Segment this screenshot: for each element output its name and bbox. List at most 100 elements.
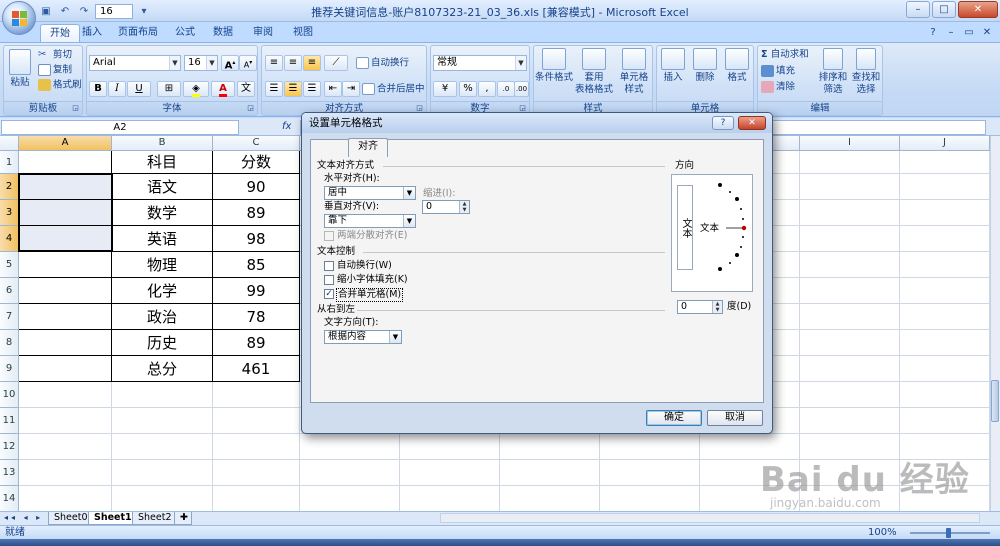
comma-button[interactable]: , <box>478 81 496 97</box>
horizontal-align-select[interactable]: 居中 ▼ <box>324 186 416 200</box>
office-button[interactable] <box>2 1 36 35</box>
cell-d14[interactable] <box>300 486 400 511</box>
column-header-a[interactable]: A <box>19 136 112 151</box>
cell-a1[interactable] <box>19 151 112 174</box>
paste-button[interactable]: 粘贴 <box>4 49 36 89</box>
dialog-close-button[interactable]: ✕ <box>738 116 766 130</box>
align-right-button[interactable]: ☰ <box>303 81 321 97</box>
cell-b14[interactable] <box>112 486 213 511</box>
cell-b5[interactable]: 物理 <box>112 252 213 278</box>
bold-button[interactable]: B <box>89 81 107 97</box>
font-size-combo[interactable]: 16 ▼ <box>184 55 218 71</box>
cell-f12[interactable] <box>500 434 600 460</box>
row-header-5[interactable]: 5 <box>0 252 19 278</box>
cell-a8[interactable] <box>19 330 112 356</box>
cell-styles-button[interactable]: 单元格 样式 <box>614 48 654 96</box>
format-cells-button[interactable]: 格式 <box>721 48 753 84</box>
column-header-i[interactable]: I <box>800 136 900 151</box>
grow-font-button[interactable]: A▴ <box>221 55 239 71</box>
merge-center-button[interactable]: 合并后居中 <box>362 83 425 96</box>
cell-a10[interactable] <box>19 382 112 408</box>
cell-b11[interactable] <box>112 408 213 434</box>
cell-i1[interactable] <box>800 151 900 174</box>
wrap-text-checkbox[interactable] <box>324 261 334 271</box>
doc-minimize-icon[interactable]: – <box>944 26 958 39</box>
sheet-tab-sheet1[interactable]: Sheet1 <box>88 512 138 525</box>
format-painter-button[interactable]: 格式刷 <box>38 79 82 92</box>
cell-i11[interactable] <box>800 408 900 434</box>
wrap-text-button[interactable]: 自动换行 <box>356 57 409 70</box>
cell-i5[interactable] <box>800 252 900 278</box>
row-header-11[interactable]: 11 <box>0 408 19 434</box>
cell-j1[interactable] <box>900 151 990 174</box>
cell-e12[interactable] <box>400 434 500 460</box>
cell-j5[interactable] <box>900 252 990 278</box>
cell-i7[interactable] <box>800 304 900 330</box>
help-icon[interactable]: ? <box>926 26 940 39</box>
cell-i3[interactable] <box>800 200 900 226</box>
minimize-button[interactable]: – <box>906 1 930 18</box>
spinner-arrows-icon[interactable]: ▲ ▼ <box>459 201 469 213</box>
decrease-decimal-button[interactable]: .00 <box>514 81 529 97</box>
cell-c7[interactable]: 78 <box>213 304 300 330</box>
cut-button[interactable]: ✂ 剪切 <box>38 49 72 62</box>
cell-j8[interactable] <box>900 330 990 356</box>
format-as-table-button[interactable]: 套用 表格格式 <box>574 48 614 96</box>
italic-button[interactable]: I <box>108 81 126 97</box>
sheet-tab-sheet0[interactable]: Sheet0 <box>48 512 94 525</box>
tab-home[interactable]: 开始 <box>40 24 80 42</box>
cell-c4[interactable]: 98 <box>213 226 300 252</box>
cell-c14[interactable] <box>213 486 300 511</box>
tab-view[interactable]: 视图 <box>290 24 316 42</box>
cell-f13[interactable] <box>500 460 600 486</box>
font-name-combo[interactable]: Arial ▼ <box>89 55 181 71</box>
tab-formulas[interactable]: 公式 <box>172 24 198 42</box>
conditional-format-button[interactable]: 条件格式 <box>534 48 574 84</box>
cell-a7[interactable] <box>19 304 112 330</box>
chevron-down-icon[interactable]: ▼ <box>515 56 526 70</box>
chevron-down-icon[interactable]: ▼ <box>403 215 415 227</box>
cell-g12[interactable] <box>600 434 700 460</box>
cell-c12[interactable] <box>213 434 300 460</box>
cell-a11[interactable] <box>19 408 112 434</box>
delete-cells-button[interactable]: 删除 <box>689 48 721 84</box>
cell-j10[interactable] <box>900 382 990 408</box>
row-header-10[interactable]: 10 <box>0 382 19 408</box>
cell-j4[interactable] <box>900 226 990 252</box>
tab-insert[interactable]: 插入 <box>80 24 104 42</box>
shrink-font-button[interactable]: A▾ <box>239 55 257 71</box>
cell-i2[interactable] <box>800 174 900 200</box>
row-header-12[interactable]: 12 <box>0 434 19 460</box>
tab-review[interactable]: 审阅 <box>250 24 276 42</box>
cell-j2[interactable] <box>900 174 990 200</box>
row-header-6[interactable]: 6 <box>0 278 19 304</box>
align-center-button[interactable]: ☰ <box>284 81 302 97</box>
doc-close-icon[interactable]: ✕ <box>980 26 994 39</box>
horizontal-scrollbar[interactable] <box>440 513 980 523</box>
cell-j9[interactable] <box>900 356 990 382</box>
cell-c13[interactable] <box>213 460 300 486</box>
cell-b10[interactable] <box>112 382 213 408</box>
cell-a2[interactable] <box>19 174 112 200</box>
cell-g13[interactable] <box>600 460 700 486</box>
cell-a9[interactable] <box>19 356 112 382</box>
ok-button[interactable]: 确定 <box>646 410 702 426</box>
align-middle-button[interactable]: ≡ <box>284 55 302 71</box>
cell-b3[interactable]: 数学 <box>112 200 213 226</box>
fill-color-button[interactable]: ◈ <box>183 81 209 97</box>
row-header-9[interactable]: 9 <box>0 356 19 382</box>
name-box[interactable]: A2 <box>1 120 239 135</box>
cell-b6[interactable]: 化学 <box>112 278 213 304</box>
cell-c1[interactable]: 分数 <box>213 151 300 174</box>
cell-f14[interactable] <box>500 486 600 511</box>
spinner-arrows-icon[interactable]: ▲ ▼ <box>712 301 722 313</box>
cell-i6[interactable] <box>800 278 900 304</box>
sheet-tab-sheet2[interactable]: Sheet2 <box>132 512 178 525</box>
number-format-combo[interactable]: 常规 ▼ <box>433 55 527 71</box>
cell-c10[interactable] <box>213 382 300 408</box>
tab-page-layout[interactable]: 页面布局 <box>116 24 160 42</box>
vertical-text-option[interactable]: 文本 <box>677 185 693 270</box>
row-header-13[interactable]: 13 <box>0 460 19 486</box>
currency-button[interactable]: ¥ <box>433 81 457 97</box>
row-header-14[interactable]: 14 <box>0 486 19 511</box>
